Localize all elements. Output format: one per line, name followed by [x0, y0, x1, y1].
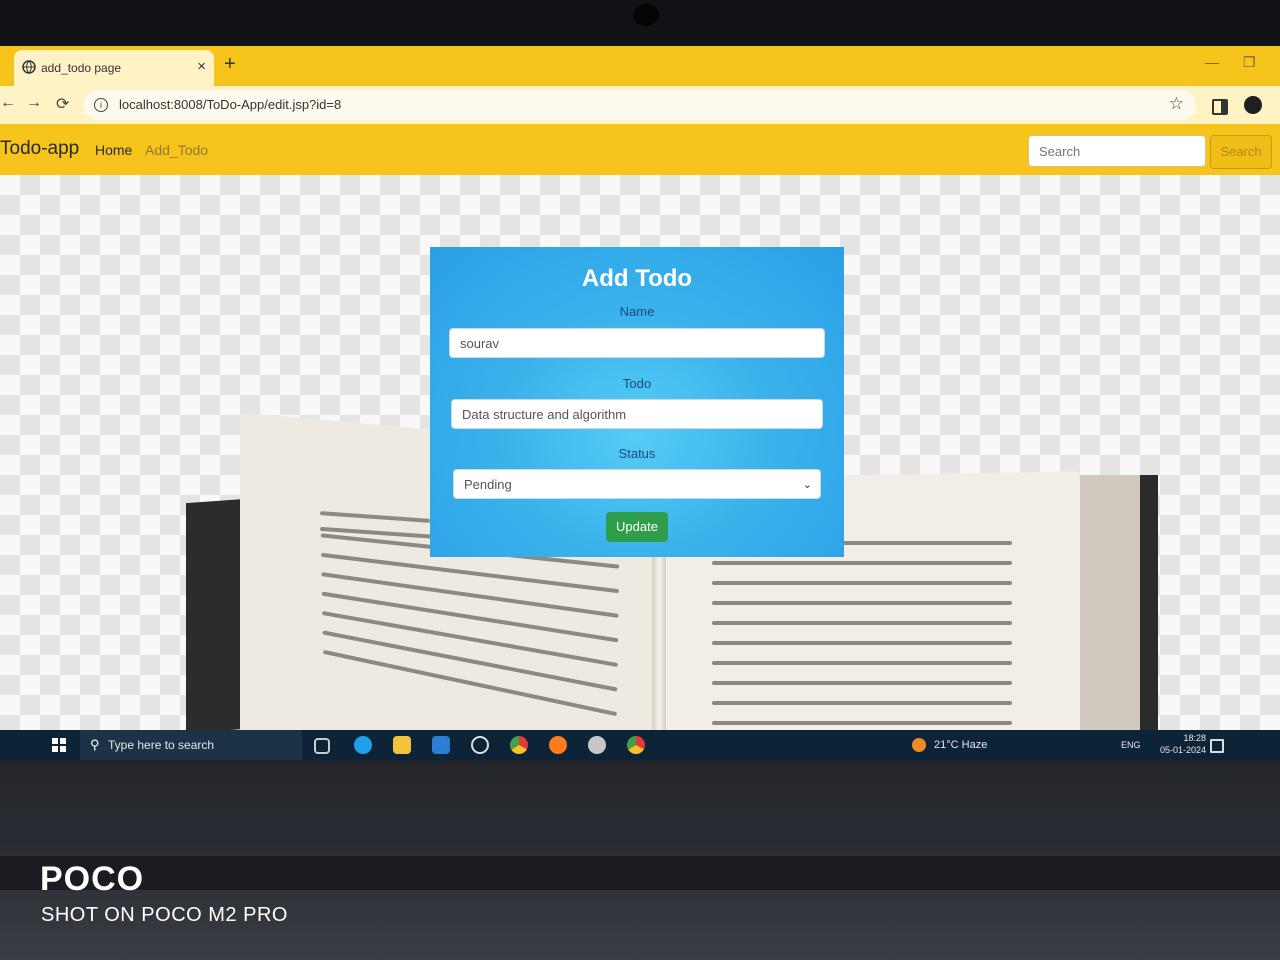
update-button[interactable]: Update: [606, 512, 668, 542]
reload-button[interactable]: ⟳: [56, 94, 69, 114]
status-label: Status: [618, 446, 656, 461]
site-info-icon[interactable]: i: [94, 98, 108, 112]
minimize-button[interactable]: —: [1205, 54, 1219, 70]
browser-address-bar: ← → ⟳ i localhost:8008/ToDo-App/edit.jsp…: [0, 86, 1280, 124]
dell-icon[interactable]: [471, 736, 489, 754]
laptop-bezel-top: [0, 0, 1280, 46]
taskbar-search-box[interactable]: ⚲ Type here to search: [80, 730, 302, 760]
browser-tab-bar: add_todo page × + — ❐: [0, 46, 1280, 86]
laptop-hinge: [0, 856, 1280, 890]
back-button[interactable]: ←: [0, 94, 16, 112]
url-omnibox[interactable]: i localhost:8008/ToDo-App/edit.jsp?id=8 …: [84, 90, 1196, 120]
weather-text[interactable]: 21°C Haze: [934, 739, 987, 751]
taskbar-search-text: Type here to search: [108, 738, 215, 752]
webcam: [633, 4, 659, 26]
clock-date: 05-01-2024: [1160, 745, 1207, 755]
page-content: Add Todo Name sourav Todo Data structure…: [0, 175, 1280, 730]
clock[interactable]: 18:28 05-01-2024: [1160, 732, 1206, 756]
form-title: Add Todo: [581, 265, 693, 292]
maximize-button[interactable]: ❐: [1243, 54, 1256, 71]
camera-watermark-caption: SHOT ON POCO M2 PRO: [41, 904, 288, 926]
clock-time: 18:28: [1183, 733, 1207, 743]
camera-watermark-brand: POCO: [40, 860, 145, 898]
chrome-icon[interactable]: [510, 736, 528, 754]
laptop-screen: add_todo page × + — ❐ ← → ⟳ i localhost:…: [0, 46, 1280, 760]
weather-icon: [912, 738, 926, 752]
edge-browser-icon[interactable]: [354, 736, 372, 754]
side-panel-icon[interactable]: [1212, 99, 1228, 115]
status-selected-value: Pending: [464, 477, 512, 492]
notification-icon[interactable]: [1210, 739, 1224, 753]
site-navbar: Todo-app Home Add_Todo Search: [0, 124, 1280, 175]
forward-button[interactable]: →: [26, 94, 42, 112]
tab-title: add_todo page: [41, 61, 122, 75]
globe-icon: [22, 60, 36, 74]
windows-start-icon[interactable]: [52, 738, 66, 752]
todo-field[interactable]: Data structure and algorithm: [451, 399, 823, 429]
search-icon: ⚲: [90, 737, 100, 752]
site-brand[interactable]: Todo-app: [0, 138, 79, 160]
name-field[interactable]: sourav: [449, 328, 825, 358]
nav-link-add-todo[interactable]: Add_Todo: [145, 142, 208, 158]
bookmark-star-icon[interactable]: ☆: [1169, 94, 1184, 114]
nav-link-home[interactable]: Home: [95, 142, 132, 158]
firefox-icon[interactable]: [549, 736, 567, 754]
file-explorer-icon[interactable]: [393, 736, 411, 754]
search-button[interactable]: Search: [1210, 135, 1272, 169]
language-indicator[interactable]: ENG: [1121, 740, 1141, 750]
chevron-down-icon: ⌄: [802, 479, 812, 491]
app-icon[interactable]: [588, 736, 606, 754]
url-text[interactable]: localhost:8008/ToDo-App/edit.jsp?id=8: [119, 97, 341, 112]
name-label: Name: [619, 304, 655, 319]
task-view-icon[interactable]: [314, 738, 330, 754]
status-select[interactable]: Pending ⌄: [453, 469, 821, 499]
tab-close-icon[interactable]: ×: [197, 58, 206, 75]
windows-taskbar: ⚲ Type here to search 21°C Haze ENG 18:2…: [0, 730, 1280, 760]
browser-tab[interactable]: add_todo page ×: [14, 50, 214, 86]
add-todo-card: Add Todo Name sourav Todo Data structure…: [430, 247, 844, 557]
mail-icon[interactable]: [432, 736, 450, 754]
new-tab-button[interactable]: +: [224, 53, 236, 76]
profile-avatar[interactable]: [1244, 96, 1262, 114]
search-input[interactable]: [1028, 135, 1206, 167]
todo-label: Todo: [622, 376, 652, 391]
chrome-active-icon[interactable]: [627, 736, 645, 754]
